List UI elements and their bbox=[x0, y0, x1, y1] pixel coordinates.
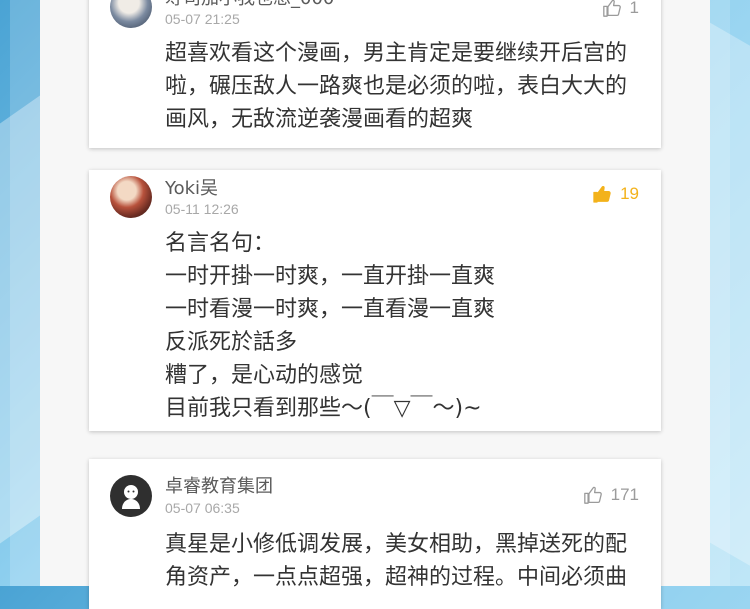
comment-line: 一时看漫一时爽，一直看漫一直爽 bbox=[165, 297, 496, 322]
thumbs-up-icon bbox=[602, 0, 621, 17]
like-button[interactable]: 1 bbox=[602, 0, 639, 18]
comment-timestamp: 05-11 12:26 bbox=[165, 201, 239, 217]
comment-username[interactable]: Yoki吴 bbox=[165, 174, 218, 200]
comment-line: 一时开掛一时爽，一直开掛一直爽 bbox=[165, 264, 496, 289]
avatar[interactable] bbox=[110, 475, 152, 517]
avatar[interactable] bbox=[110, 176, 152, 218]
comment-line: 名言名句： bbox=[165, 231, 276, 256]
like-button[interactable]: 171 bbox=[583, 485, 639, 505]
comment-line: 角资产，一点点超强，超神的过程。中间必须曲 bbox=[165, 565, 628, 590]
comment-card: 寿司加小我也想_000 05-07 21:25 1 超喜欢看这个漫画，男主肯定是… bbox=[89, 0, 661, 148]
comment-line: 超喜欢看这个漫画，男主肯定是要继续开后宫的 bbox=[165, 41, 628, 66]
comment-line: 啦，碾压敌人一路爽也是必须的啦，表白大大的 bbox=[165, 74, 628, 99]
comment-line: 糟了，是心动的感觉 bbox=[165, 363, 364, 388]
thumbs-up-icon bbox=[583, 486, 602, 504]
like-count: 19 bbox=[620, 184, 639, 203]
comment-text: 名言名句： 一时开掛一时爽，一直开掛一直爽 一时看漫一时爽，一直看漫一直爽 反派… bbox=[165, 227, 641, 425]
comment-line: 目前我只看到那些～(￣▽￣～)~ bbox=[165, 396, 482, 421]
avatar[interactable] bbox=[110, 0, 152, 28]
comment-timestamp: 05-07 21:25 bbox=[165, 11, 240, 27]
default-avatar-icon bbox=[122, 485, 140, 509]
comment-card: Yoki吴 05-11 12:26 19 名言名句： 一时开掛一时爽，一直开掛一… bbox=[89, 170, 661, 431]
comment-timestamp: 05-07 06:35 bbox=[165, 500, 240, 516]
comment-line: 反派死於話多 bbox=[165, 330, 298, 355]
comment-text: 超喜欢看这个漫画，男主肯定是要继续开后宫的 啦，碾压敌人一路爽也是必须的啦，表白… bbox=[165, 37, 641, 136]
thumbs-up-icon bbox=[593, 185, 611, 203]
like-count: 171 bbox=[610, 485, 639, 504]
comment-username[interactable]: 卓睿教育集团 bbox=[165, 472, 273, 498]
comment-card: 卓睿教育集团 05-07 06:35 171 真星是小修低调发展，美女相助，黑掉… bbox=[89, 459, 661, 609]
comment-text: 真星是小修低调发展，美女相助，黑掉送死的配 角资产，一点点超强，超神的过程。中间… bbox=[165, 528, 641, 594]
like-count: 1 bbox=[629, 0, 639, 17]
like-button[interactable]: 19 bbox=[592, 184, 639, 204]
comment-line: 真星是小修低调发展，美女相助，黑掉送死的配 bbox=[165, 532, 628, 557]
comment-line: 画风，无敌流逆袭漫画看的超爽 bbox=[165, 107, 474, 132]
comment-username[interactable]: 寿司加小我也想_000 bbox=[165, 0, 334, 10]
